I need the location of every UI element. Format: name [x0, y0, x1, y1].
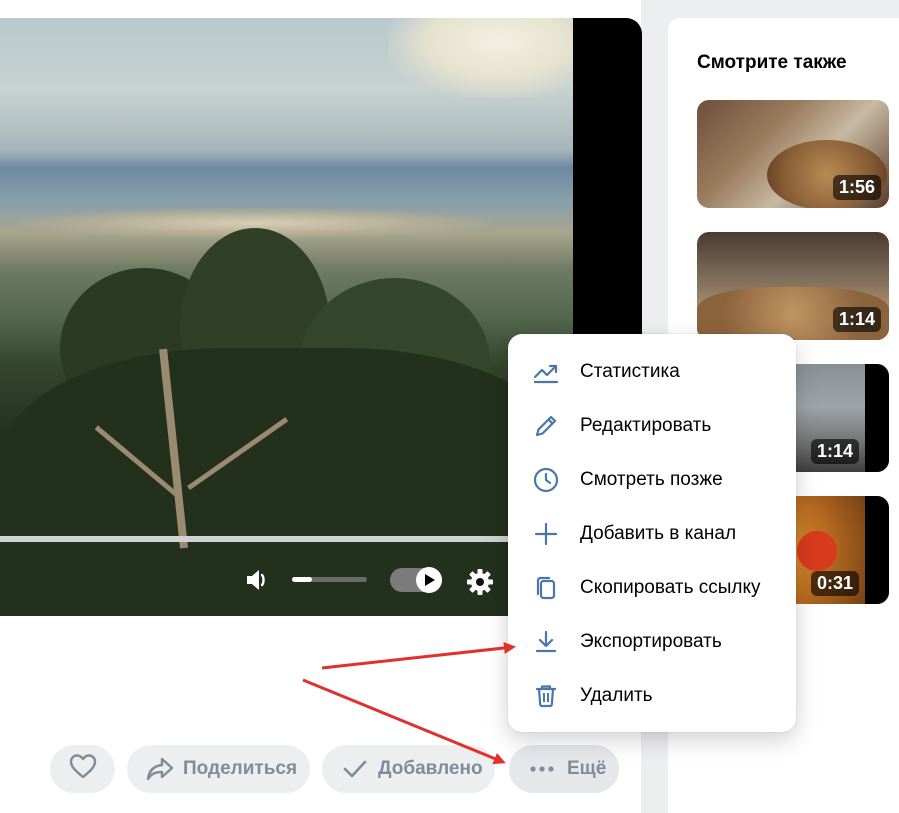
video-duration: 1:56 — [832, 175, 881, 200]
menu-item-watch-later[interactable]: Смотреть позже — [508, 453, 796, 507]
video-duration: 1:14 — [810, 439, 859, 464]
video-cloud — [388, 18, 573, 98]
menu-item-label: Смотреть позже — [580, 469, 723, 490]
related-video-thumbnail[interactable]: 1:14 — [697, 232, 889, 340]
trash-icon — [532, 682, 560, 710]
added-button[interactable]: Добавлено — [322, 745, 495, 793]
share-label: Поделиться — [183, 758, 298, 779]
pencil-icon — [532, 412, 560, 440]
more-dots-icon — [529, 765, 555, 773]
menu-item-copy-link[interactable]: Скопировать ссылку — [508, 561, 796, 615]
like-button[interactable] — [50, 745, 115, 793]
volume-slider[interactable] — [292, 577, 367, 582]
clock-icon — [532, 466, 560, 494]
thumbnail-scene — [797, 531, 837, 571]
menu-item-edit[interactable]: Редактировать — [508, 399, 796, 453]
settings-gear-icon[interactable] — [465, 567, 495, 602]
thumbnail-letterbox — [865, 496, 889, 604]
menu-item-export[interactable]: Экспортировать — [508, 615, 796, 669]
menu-item-label: Редактировать — [580, 415, 712, 436]
volume-icon[interactable] — [243, 566, 271, 599]
plus-icon — [532, 520, 560, 548]
heart-icon — [68, 752, 98, 786]
menu-item-label: Удалить — [580, 685, 653, 706]
more-actions-menu: Статистика Редактировать Смотреть позже … — [508, 334, 796, 732]
menu-item-statistics[interactable]: Статистика — [508, 345, 796, 399]
video-frame — [0, 18, 573, 616]
video-duration: 1:14 — [832, 307, 881, 332]
thumbnail-letterbox — [865, 364, 889, 472]
copy-icon — [532, 574, 560, 602]
video-duration: 0:31 — [810, 571, 859, 596]
play-icon — [416, 567, 442, 593]
more-label: Ещё — [567, 758, 607, 779]
menu-item-delete[interactable]: Удалить — [508, 669, 796, 723]
volume-slider-fill — [292, 577, 313, 582]
added-label: Добавлено — [378, 758, 483, 779]
download-icon — [532, 628, 560, 656]
related-videos-title: Смотрите также — [697, 52, 847, 73]
menu-item-label: Добавить в канал — [580, 523, 737, 544]
menu-item-label: Скопировать ссылку — [580, 577, 761, 598]
more-button[interactable]: Ещё — [509, 745, 619, 793]
related-video-thumbnail[interactable]: 1:56 — [697, 100, 889, 208]
menu-item-label: Экспортировать — [580, 631, 722, 652]
share-button[interactable]: Поделиться — [127, 745, 310, 793]
autoplay-toggle[interactable] — [390, 567, 442, 593]
check-icon — [342, 758, 368, 780]
menu-item-label: Статистика — [580, 361, 680, 382]
statistics-icon — [532, 358, 560, 386]
share-icon — [145, 756, 175, 782]
menu-item-add-to-channel[interactable]: Добавить в канал — [508, 507, 796, 561]
